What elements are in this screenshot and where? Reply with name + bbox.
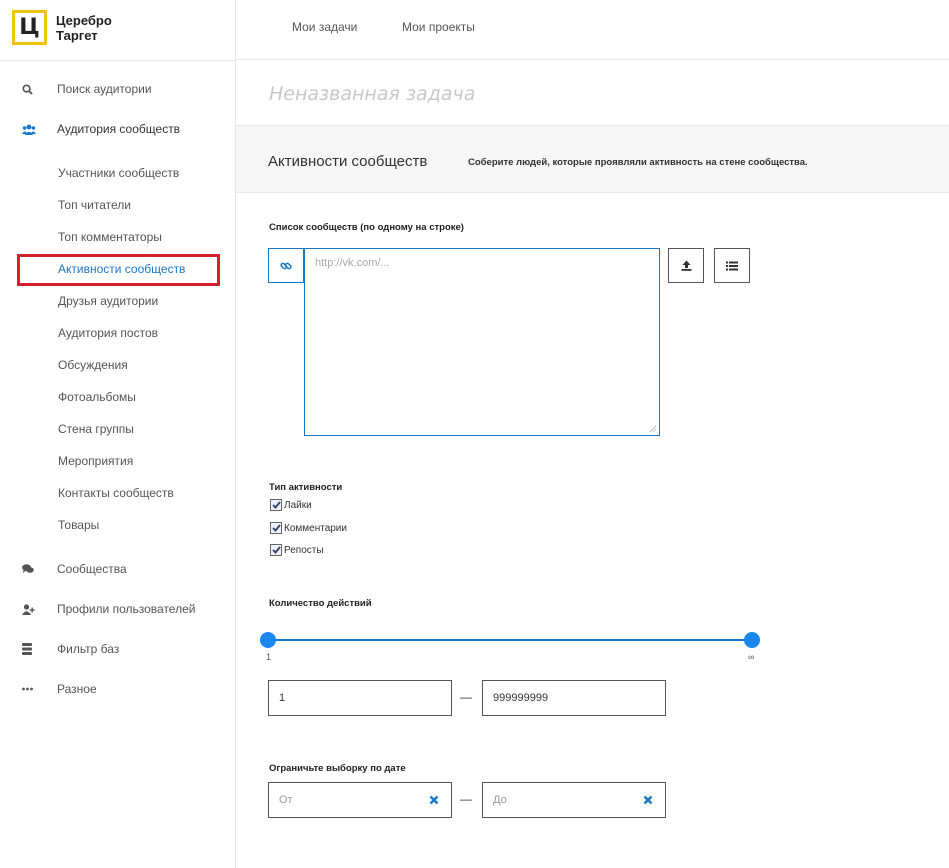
sidebar-subitem-goods[interactable]: Товары xyxy=(58,516,99,534)
sidebar-item-label: Аудитория сообществ xyxy=(57,122,181,136)
slider-max-label: ∞ xyxy=(748,652,755,662)
sidebar-item-label: Профили пользователей xyxy=(57,602,196,616)
sidebar-subitem-photo-albums[interactable]: Фотоальбомы xyxy=(58,388,136,406)
checkbox-label: Лайки xyxy=(284,499,312,511)
checkbox-reposts[interactable]: Репосты xyxy=(270,544,324,556)
link-button[interactable] xyxy=(268,248,304,283)
section-header: Активности сообществ Соберите людей, кот… xyxy=(236,125,949,193)
date-to-placeholder: До xyxy=(493,794,507,806)
check-icon xyxy=(271,546,281,554)
logo-text: Церебро Таргет xyxy=(56,13,112,43)
sidebar-item-user-profiles[interactable]: Профили пользователей xyxy=(0,597,236,621)
upload-icon xyxy=(681,260,691,271)
sidebar-item-db-filter[interactable]: Фильтр баз xyxy=(0,637,236,661)
date-to-input[interactable]: До xyxy=(482,782,666,818)
sidebar-item-search[interactable]: Поиск аудитории xyxy=(0,77,236,101)
checkbox-box[interactable] xyxy=(270,544,282,556)
activity-type-label: Тип активности xyxy=(269,482,343,493)
section-description: Соберите людей, которые проявляли активн… xyxy=(468,157,808,168)
sidebar-subitem-discussions[interactable]: Обсуждения xyxy=(58,356,128,374)
sidebar-subitem-top-readers[interactable]: Топ читатели xyxy=(58,196,131,214)
logo-line-2: Таргет xyxy=(56,27,98,43)
checkbox-label: Репосты xyxy=(284,544,324,556)
section-title: Активности сообществ xyxy=(268,153,428,170)
search-icon xyxy=(0,83,57,95)
sidebar-subitem-community-contacts[interactable]: Контакты сообществ xyxy=(58,484,174,502)
user-plus-icon xyxy=(0,603,57,615)
sidebar-subitem-audience-friends[interactable]: Друзья аудитории xyxy=(58,292,158,310)
comments-icon xyxy=(0,564,57,574)
highlight-annotation xyxy=(17,254,220,286)
list-icon xyxy=(726,261,738,270)
sidebar-divider xyxy=(0,60,236,61)
slider-max-handle[interactable] xyxy=(744,632,760,648)
sidebar-item-label: Сообщества xyxy=(57,562,127,576)
sidebar-item-misc[interactable]: Разное xyxy=(0,677,236,701)
slider-min-handle[interactable] xyxy=(260,632,276,648)
date-from-placeholder: От xyxy=(279,794,293,806)
community-list-label: Список сообществ (по одному на строке) xyxy=(269,222,464,233)
sidebar-item-label: Разное xyxy=(57,682,97,696)
action-count-label: Количество действий xyxy=(269,598,372,609)
checkbox-box[interactable] xyxy=(270,522,282,534)
sidebar-item-label: Поиск аудитории xyxy=(57,82,152,96)
date-limit-label: Ограничьте выборку по дате xyxy=(269,763,406,774)
logo-mark: Ц xyxy=(12,10,47,45)
range-dash: — xyxy=(460,690,472,704)
check-icon xyxy=(271,501,281,509)
sidebar: Ц Церебро Таргет Поиск аудитории Аудитор… xyxy=(0,0,236,868)
upload-button[interactable] xyxy=(668,248,704,283)
slider-track[interactable] xyxy=(268,639,752,641)
resize-grip-icon[interactable] xyxy=(649,425,657,433)
date-from-input[interactable]: От xyxy=(268,782,452,818)
count-to-input[interactable]: 999999999 xyxy=(482,680,666,716)
database-icon xyxy=(0,643,57,655)
clear-icon[interactable] xyxy=(641,793,655,807)
logo-line-1: Церебро xyxy=(56,12,112,28)
slider-min-label: 1 xyxy=(266,652,272,662)
sidebar-item-communities[interactable]: Сообщества xyxy=(0,557,236,581)
clear-icon[interactable] xyxy=(427,793,441,807)
sidebar-subitem-top-commenters[interactable]: Топ комментаторы xyxy=(58,228,162,246)
users-icon xyxy=(0,124,57,135)
sidebar-item-label: Фильтр баз xyxy=(57,642,120,656)
date-range-dash: — xyxy=(460,792,472,806)
logo[interactable]: Ц Церебро Таргет xyxy=(12,10,112,45)
sidebar-subitem-members[interactable]: Участники сообществ xyxy=(58,164,179,182)
nav-my-tasks[interactable]: Мои задачи xyxy=(292,20,357,34)
checkbox-comments[interactable]: Комментарии xyxy=(270,522,347,534)
textarea-placeholder: http://vk.com/... xyxy=(315,257,390,269)
community-list-textarea[interactable]: http://vk.com/... xyxy=(304,248,660,436)
ellipsis-icon xyxy=(0,687,57,691)
list-button[interactable] xyxy=(714,248,750,283)
sidebar-subitem-events[interactable]: Мероприятия xyxy=(58,452,133,470)
sidebar-subitem-group-wall[interactable]: Стена группы xyxy=(58,420,134,438)
task-title[interactable]: Неназванная задача xyxy=(269,83,475,105)
checkbox-likes[interactable]: Лайки xyxy=(270,499,312,511)
checkbox-label: Комментарии xyxy=(284,522,347,534)
nav-my-projects[interactable]: Мои проекты xyxy=(402,20,475,34)
link-icon xyxy=(280,262,292,269)
sidebar-item-communities-audience[interactable]: Аудитория сообществ xyxy=(0,117,236,141)
top-navigation: Мои задачи Мои проекты xyxy=(236,0,949,60)
check-icon xyxy=(271,524,281,532)
checkbox-box[interactable] xyxy=(270,499,282,511)
sidebar-subitem-posts-audience[interactable]: Аудитория постов xyxy=(58,324,158,342)
count-from-input[interactable]: 1 xyxy=(268,680,452,716)
main-content: Неназванная задача Активности сообществ … xyxy=(236,61,949,868)
